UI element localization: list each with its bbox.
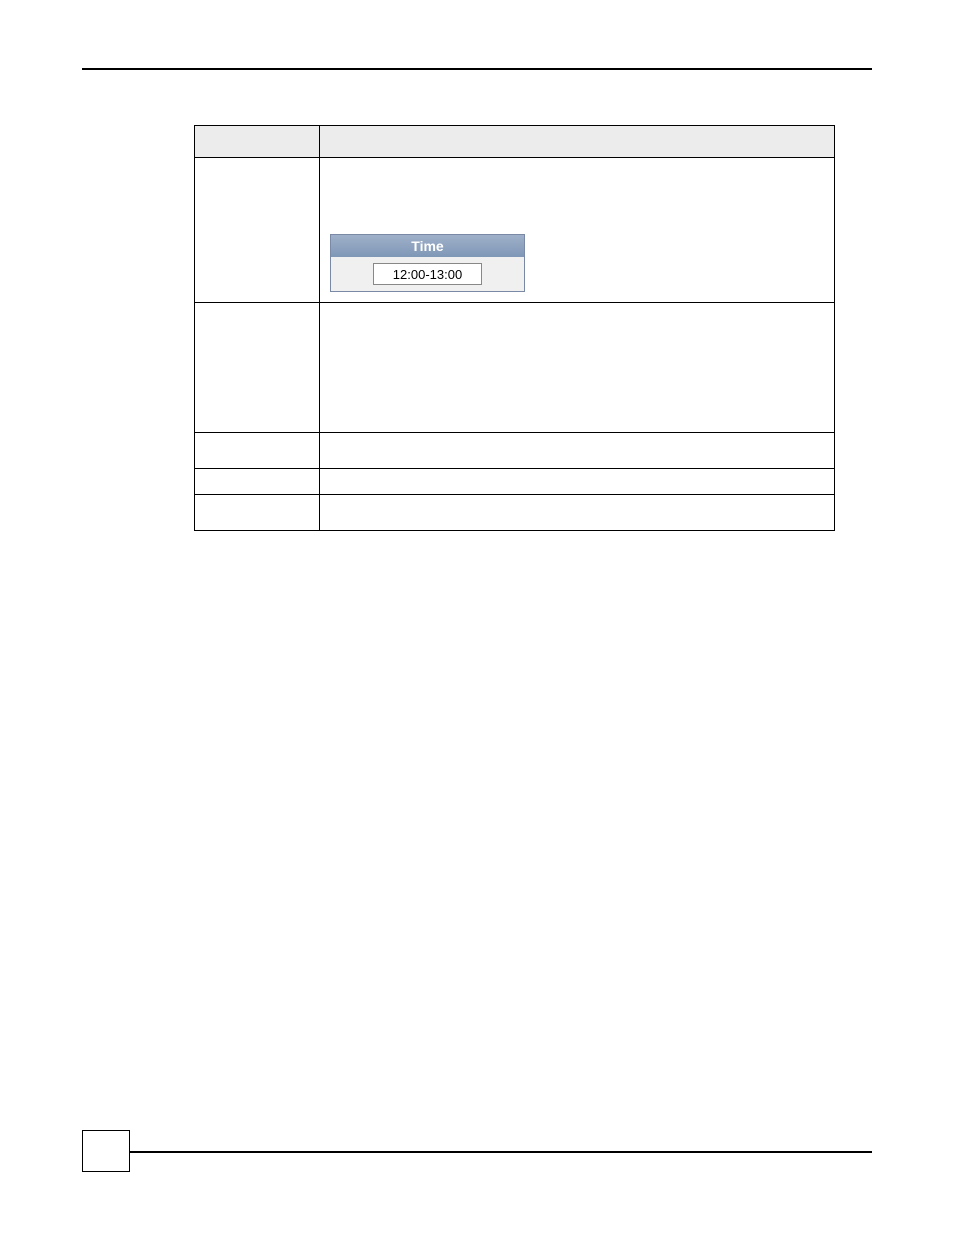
table-row: [195, 469, 835, 495]
main-table: Time: [194, 125, 835, 531]
cell-label: [195, 158, 320, 303]
page-number-badge: [82, 1130, 130, 1172]
cell-label: [195, 495, 320, 531]
footer-rule: [82, 1151, 872, 1153]
table-row: Time: [195, 158, 835, 303]
cell-value: Time: [320, 158, 835, 303]
table-row: [195, 495, 835, 531]
cell-value: [320, 303, 835, 433]
table-row: [195, 303, 835, 433]
time-widget-title: Time: [331, 235, 524, 257]
table-row: [195, 433, 835, 469]
header-rule: [82, 68, 872, 70]
cell-label: [195, 469, 320, 495]
time-widget-body: [331, 257, 524, 291]
page: Time: [0, 0, 954, 1235]
time-widget: Time: [330, 234, 525, 292]
table-header-row: [195, 126, 835, 158]
table-header-col2: [320, 126, 835, 158]
cell-label: [195, 303, 320, 433]
cell-value: [320, 495, 835, 531]
content-area: Time: [194, 125, 834, 531]
time-input[interactable]: [373, 263, 482, 285]
table-header-col1: [195, 126, 320, 158]
cell-value: [320, 433, 835, 469]
cell-label: [195, 433, 320, 469]
cell-value: [320, 469, 835, 495]
